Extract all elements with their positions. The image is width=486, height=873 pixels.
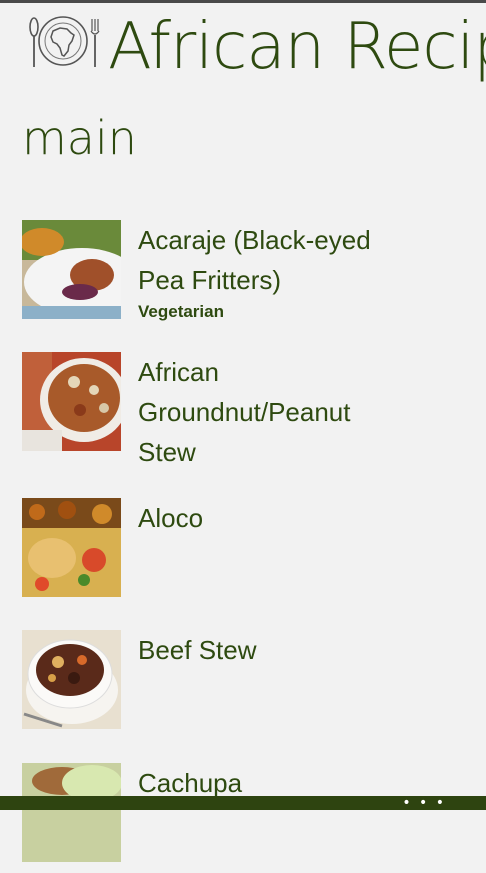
- recipe-title-line: Pea Fritters): [138, 265, 282, 295]
- recipe-title-line: African: [138, 357, 219, 387]
- plate-africa-logo-icon: [26, 5, 100, 79]
- recipe-item-aloco[interactable]: Aloco: [22, 498, 462, 608]
- app-title: African Recip: [108, 10, 486, 84]
- app-header: African Recip: [0, 3, 486, 95]
- app-bar: • • •: [0, 796, 486, 810]
- acaraje-photo-icon: [22, 220, 121, 319]
- recipe-item-groundnut-stew[interactable]: African Groundnut/Peanut Stew: [22, 352, 462, 467]
- recipe-item-beef-stew[interactable]: Beef Stew: [22, 630, 462, 740]
- beef-stew-photo-icon: [22, 630, 121, 729]
- recipe-title-line: Acaraje (Black-eyed: [138, 225, 371, 255]
- groundnut-stew-photo-icon: [22, 352, 121, 451]
- more-options-button[interactable]: • • •: [402, 796, 446, 810]
- recipe-title-line: Stew: [138, 437, 196, 467]
- recipe-item-acaraje[interactable]: Acaraje (Black-eyed Pea Fritters) Vegeta…: [22, 220, 462, 330]
- aloco-photo-icon: [22, 498, 121, 597]
- page-title: main: [22, 111, 137, 165]
- recipe-title-line: Aloco: [138, 503, 204, 533]
- recipe-category: Vegetarian: [138, 302, 224, 321]
- recipe-title-line: Groundnut/Peanut: [138, 397, 351, 427]
- recipe-title-line: Beef Stew: [138, 635, 257, 665]
- cachupa-photo-icon: [22, 763, 121, 862]
- recipe-item-cachupa[interactable]: Cachupa: [22, 763, 462, 873]
